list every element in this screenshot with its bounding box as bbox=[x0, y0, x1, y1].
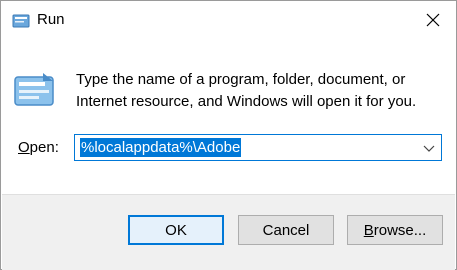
run-app-icon bbox=[12, 14, 30, 28]
open-input-value[interactable]: %localappdata%\Adobe bbox=[80, 138, 242, 157]
description-line-1: Type the name of a program, folder, docu… bbox=[76, 71, 406, 88]
run-icon bbox=[14, 73, 54, 106]
title-bar[interactable]: Run bbox=[1, 1, 456, 41]
chevron-down-icon[interactable] bbox=[423, 142, 435, 154]
dialog-description: Type the name of a program, folder, docu… bbox=[76, 69, 446, 113]
open-combobox[interactable]: %localappdata%\Adobe bbox=[74, 134, 442, 161]
close-icon bbox=[426, 13, 440, 27]
open-label-hotkey: O bbox=[18, 139, 30, 156]
open-label: Open: bbox=[18, 139, 59, 156]
browse-button[interactable]: Browse... bbox=[347, 215, 443, 245]
cancel-button[interactable]: Cancel bbox=[238, 215, 334, 245]
ok-button[interactable]: OK bbox=[128, 215, 224, 245]
browse-hotkey: B bbox=[363, 221, 374, 239]
window-title: Run bbox=[37, 11, 65, 28]
button-bar: OK Cancel Browse... bbox=[2, 194, 455, 270]
close-button[interactable] bbox=[410, 1, 456, 39]
browse-label-rest: rowse... bbox=[373, 221, 427, 239]
run-dialog: Run Type the name of a program, folder, … bbox=[0, 0, 457, 270]
description-line-2: Internet resource, and Windows will open… bbox=[76, 93, 417, 110]
open-label-rest: pen: bbox=[29, 139, 59, 156]
